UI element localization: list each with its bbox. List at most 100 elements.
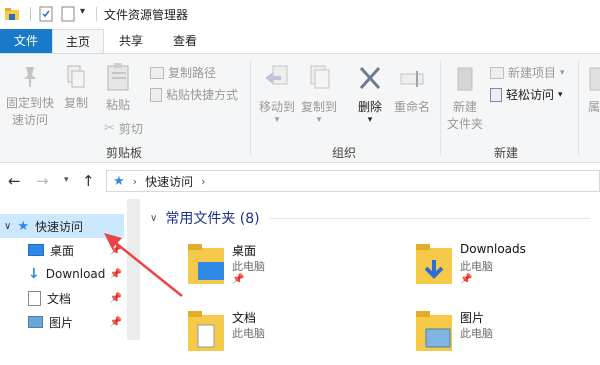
nav-item-label: 文档 (47, 291, 72, 306)
new-item-label: 新建项目 (508, 66, 557, 80)
copy-to-icon (310, 65, 330, 89)
properties-quick-icon[interactable] (38, 6, 54, 22)
address-bar: ← → ▾ ↑ ★ › 快速访问 › (0, 163, 600, 199)
tab-view[interactable]: 查看 (160, 29, 210, 53)
breadcrumb-separator-icon[interactable]: › (133, 175, 137, 188)
ribbon-separator (578, 60, 579, 156)
copy-label: 复制 (63, 96, 88, 110)
rename-button[interactable]: 重命名 (390, 64, 434, 116)
move-to-icon (265, 65, 288, 85)
new-folder-icon (457, 67, 473, 91)
copy-path-icon (150, 66, 164, 79)
new-item-dropdown-icon[interactable]: ▾ (560, 68, 565, 78)
documents-folder-icon (188, 311, 224, 351)
cut-button[interactable]: ✂ 剪切 (104, 120, 143, 137)
nav-item-pictures[interactable]: 图片 📌 (28, 310, 124, 334)
paste-icon (107, 63, 129, 91)
download-arrow-icon: ↓ (28, 266, 40, 282)
documents-icon (28, 290, 41, 306)
frequent-folders-header[interactable]: ∨ 常用文件夹 (8) (150, 208, 260, 228)
nav-quick-access[interactable]: ∨ ★ 快速访问 (0, 214, 124, 238)
easy-access-button[interactable]: 轻松访问 ▾ (490, 86, 563, 103)
folder-tile-pictures[interactable]: 图片 此电脑 (414, 309, 600, 365)
pin-icon: 📌 (460, 274, 473, 285)
nav-item-label: 桌面 (50, 243, 75, 258)
copy-path-button[interactable]: 复制路径 (150, 64, 216, 81)
recent-locations-icon[interactable]: ▾ (64, 175, 69, 185)
window-title: 文件资源管理器 (104, 8, 189, 22)
breadcrumb-chevron-icon[interactable]: › (201, 175, 205, 188)
titlebar-separator (30, 7, 31, 21)
nav-item-label: Download (45, 267, 106, 281)
cut-label: 剪切 (118, 122, 143, 136)
breadcrumb-quick-access[interactable]: 快速访问 (145, 173, 193, 190)
easy-access-icon (490, 87, 502, 102)
paste-shortcut-icon (150, 87, 162, 102)
tile-location: 此电脑 (460, 327, 493, 340)
folder-tile-documents[interactable]: 文档 此电脑 (186, 309, 386, 365)
new-folder-quick-icon[interactable] (60, 6, 76, 22)
customize-toolbar-icon[interactable]: ▾ (80, 6, 85, 17)
copy-to-label: 复制到 (300, 100, 337, 114)
copy-to-button[interactable]: 复制到 ▾ (298, 64, 340, 125)
tile-location: 此电脑 (460, 260, 493, 273)
tile-location: 此电脑 (232, 327, 265, 340)
new-folder-button[interactable]: 新建 文件夹 (444, 64, 486, 133)
clipboard-group-label: 剪贴板 (106, 146, 143, 160)
ribbon-separator (440, 60, 441, 156)
delete-x-icon (359, 66, 381, 90)
titlebar-divider (96, 7, 97, 21)
pin-to-quick-access-button[interactable]: 固定到快 速访问 (2, 64, 58, 129)
pictures-folder-icon (416, 311, 452, 351)
tab-share[interactable]: 共享 (108, 29, 154, 53)
pin-label-line1: 固定到快 (5, 96, 54, 110)
group-divider (270, 218, 590, 219)
frequent-folders-title: 常用文件夹 (8) (165, 211, 260, 227)
pin-label-line2: 速访问 (11, 113, 48, 127)
nav-item-documents[interactable]: 文档 📌 (28, 286, 124, 310)
move-to-label: 移动到 (258, 100, 295, 114)
delete-dropdown-icon[interactable]: ▾ (350, 116, 390, 125)
new-item-button[interactable]: 新建项目 ▾ (490, 64, 565, 81)
ribbon-tabs: 文件 主页 共享 查看 (0, 29, 600, 53)
nav-item-downloads[interactable]: ↓ Download 📌 (28, 262, 124, 286)
nav-item-label: 图片 (49, 315, 74, 330)
app-folder-icon (5, 8, 19, 20)
tab-home[interactable]: 主页 (52, 29, 104, 53)
copy-button[interactable]: 复制 (58, 64, 94, 112)
move-to-button[interactable]: 移动到 ▾ (256, 64, 298, 125)
move-to-dropdown-icon[interactable]: ▾ (256, 116, 298, 125)
paste-button[interactable]: 粘贴 (98, 62, 138, 114)
paste-shortcut-button[interactable]: 粘贴快捷方式 (150, 86, 238, 103)
tab-file[interactable]: 文件 (0, 29, 52, 53)
easy-access-dropdown-icon[interactable]: ▾ (558, 90, 563, 100)
organize-group-label: 组织 (332, 146, 357, 160)
collapse-chevron-icon[interactable]: ∨ (150, 213, 157, 224)
up-arrow-icon[interactable]: ↑ (82, 172, 95, 190)
properties-label: 属 (587, 100, 600, 114)
tile-name: 文档 (232, 311, 257, 325)
delete-button[interactable]: 删除 ▾ (350, 64, 390, 125)
folder-tile-downloads[interactable]: Downloads 此电脑 📌 (414, 242, 600, 298)
downloads-folder-icon (416, 244, 452, 284)
tile-name: 桌面 (232, 244, 257, 258)
nav-scrollbar[interactable] (127, 199, 140, 340)
forward-arrow-icon[interactable]: → (36, 172, 49, 190)
copy-to-dropdown-icon[interactable]: ▾ (298, 116, 340, 125)
copy-icon (67, 65, 85, 88)
paste-label: 粘贴 (105, 98, 130, 112)
folder-tile-desktop[interactable]: 桌面 此电脑 📌 (186, 242, 386, 298)
nav-item-desktop[interactable]: 桌面 📌 (28, 238, 124, 262)
new-item-icon (490, 66, 504, 79)
properties-button[interactable]: 属 (584, 64, 600, 116)
content-area: ∨ 常用文件夹 (8) 桌面 此电脑 📌 Downloads 此电脑 📌 文档 … (140, 199, 600, 351)
back-arrow-icon[interactable]: ← (8, 172, 21, 190)
quick-access-star-icon: ★ (17, 218, 29, 234)
tile-location: 此电脑 (232, 260, 265, 273)
ribbon-separator (250, 60, 251, 156)
address-field[interactable]: ★ › 快速访问 › (106, 170, 600, 192)
expand-chevron-icon[interactable]: ∨ (4, 221, 11, 232)
copy-path-label: 复制路径 (168, 66, 217, 80)
navigation-pane: ∨ ★ 快速访问 桌面 📌 ↓ Download 📌 文档 📌 图片 📌 (0, 199, 140, 340)
desktop-icon (28, 244, 44, 256)
